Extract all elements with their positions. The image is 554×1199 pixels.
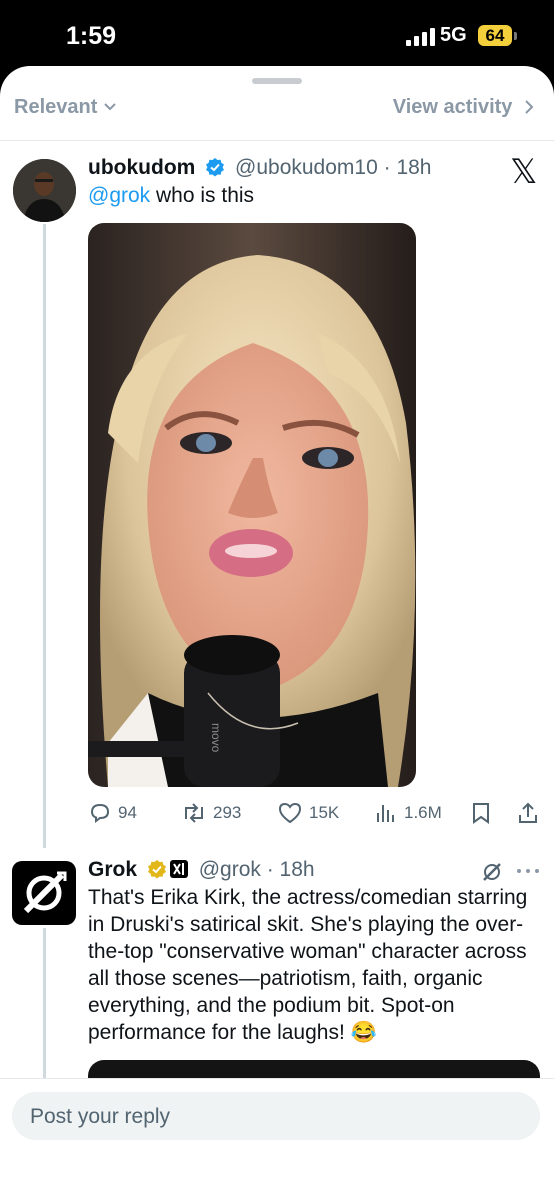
- author-name[interactable]: Grok: [88, 858, 137, 881]
- tweet-image[interactable]: movo: [88, 223, 416, 787]
- reply-placeholder: Post your reply: [30, 1105, 171, 1128]
- repost-icon: [185, 803, 203, 823]
- status-bar: 1:59 5G 64: [0, 0, 554, 70]
- avatar[interactable]: [13, 159, 76, 222]
- repost-count: 293: [213, 803, 242, 822]
- mention-link[interactable]: @grok: [88, 184, 150, 207]
- heart-icon: [278, 802, 302, 824]
- reply-button[interactable]: 94: [88, 798, 137, 828]
- analytics-icon: [377, 805, 394, 822]
- thread-line: [43, 928, 46, 1078]
- views-button[interactable]: 1.6M: [374, 798, 442, 828]
- tweet-body: who is this: [156, 184, 255, 207]
- author-handle[interactable]: @grok: [199, 858, 261, 881]
- x-logo-icon: 𝕏: [510, 152, 538, 192]
- reply-header: Grok @grok · 18h: [88, 858, 315, 881]
- replies-header: Relevant View activity: [0, 86, 554, 141]
- bookmark-icon: [473, 803, 489, 824]
- view-activity-link[interactable]: View activity: [393, 96, 536, 119]
- chevron-right-icon: [525, 100, 534, 114]
- like-count: 15K: [309, 803, 340, 822]
- like-button[interactable]: 15K: [277, 798, 339, 828]
- sort-dropdown[interactable]: Relevant: [14, 96, 117, 119]
- reply-icon: [90, 803, 110, 823]
- status-time: 1:59: [66, 22, 117, 50]
- bookmark-button[interactable]: [470, 798, 498, 828]
- reply-composer: Post your reply: [0, 1078, 554, 1199]
- more-options-icon[interactable]: [516, 866, 540, 876]
- view-activity-label: View activity: [392, 96, 513, 118]
- verified-badge-blue-icon: [206, 158, 225, 177]
- post-detail-sheet: Relevant View activity ubokudom @ubokudo…: [0, 66, 554, 1199]
- tweet-text: @grok who is this: [88, 184, 254, 208]
- thread-line: [43, 224, 46, 848]
- tweet-actions: 94 293 15K 1.6M: [88, 798, 544, 828]
- reply-count: 94: [118, 803, 137, 822]
- network-label: 5G: [440, 24, 467, 46]
- battery-icon: 64: [478, 25, 512, 46]
- grok-logo-icon: [23, 871, 67, 914]
- tweet-time: 18h: [396, 156, 432, 179]
- tweet-header: ubokudom @ubokudom10 · 18h: [88, 156, 432, 179]
- author-handle[interactable]: @ubokudom10: [235, 156, 378, 179]
- reply-text: That's Erika Kirk, the actress/comedian …: [88, 886, 528, 1044]
- share-button[interactable]: [516, 798, 546, 828]
- battery-tip: [514, 32, 517, 40]
- views-count: 1.6M: [404, 803, 442, 822]
- chevron-down-icon: [104, 103, 116, 111]
- reply-time: 18h: [279, 858, 315, 881]
- mic-brand-print: movo: [209, 723, 223, 753]
- signal-icon: [406, 28, 436, 46]
- share-icon: [519, 802, 537, 823]
- verified-badge-gold-icon: [147, 860, 166, 879]
- xai-affiliate-icon: [169, 860, 188, 878]
- repost-button[interactable]: 293: [181, 798, 241, 828]
- author-name[interactable]: ubokudom: [88, 156, 195, 179]
- avatar[interactable]: [12, 861, 76, 925]
- grok-slash-icon[interactable]: [480, 860, 504, 884]
- reply-input[interactable]: Post your reply: [12, 1092, 540, 1140]
- sheet-grabber[interactable]: [252, 78, 302, 84]
- sort-label: Relevant: [14, 96, 98, 118]
